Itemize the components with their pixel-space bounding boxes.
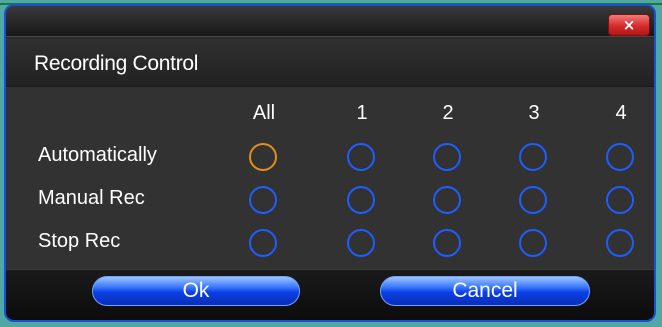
radio-automatically-ch3[interactable] [519, 143, 547, 171]
column-header-channel-4: 4 [615, 102, 627, 124]
dialog-footer: Ok Cancel [6, 269, 654, 320]
close-icon: × [622, 16, 636, 34]
column-header-channel-1: 1 [356, 102, 368, 124]
radio-stop-all[interactable] [249, 229, 277, 257]
radio-automatically-ch2[interactable] [433, 143, 461, 171]
radio-stop-ch1[interactable] [347, 229, 375, 257]
recording-control-dialog: × Recording Control All 1 2 3 4 Automati… [4, 4, 656, 322]
row-label-stop-rec: Stop Rec [38, 230, 121, 252]
radio-stop-ch2[interactable] [433, 229, 461, 257]
ok-button[interactable]: Ok [92, 276, 300, 306]
column-header-channel-2: 2 [442, 102, 454, 124]
title-bar: × [6, 6, 654, 37]
dialog-title: Recording Control [34, 52, 199, 75]
column-header-all: All [252, 102, 276, 124]
row-label-manual-rec: Manual Rec [38, 187, 145, 209]
recording-mode-grid: All 1 2 3 4 Automatically Manual Rec Sto… [6, 87, 654, 277]
radio-automatically-all[interactable] [249, 143, 277, 171]
column-header-channel-3: 3 [528, 102, 540, 124]
row-label-automatically: Automatically [38, 144, 157, 166]
radio-manual-ch3[interactable] [519, 186, 547, 214]
radio-manual-all[interactable] [249, 186, 277, 214]
radio-manual-ch1[interactable] [347, 186, 375, 214]
close-button[interactable]: × [608, 14, 650, 36]
radio-automatically-ch1[interactable] [347, 143, 375, 171]
radio-stop-ch4[interactable] [606, 229, 634, 257]
radio-manual-ch4[interactable] [606, 186, 634, 214]
radio-automatically-ch4[interactable] [606, 143, 634, 171]
dialog-header: Recording Control [6, 38, 654, 87]
cancel-button[interactable]: Cancel [380, 276, 590, 306]
radio-stop-ch3[interactable] [519, 229, 547, 257]
radio-manual-ch2[interactable] [433, 186, 461, 214]
